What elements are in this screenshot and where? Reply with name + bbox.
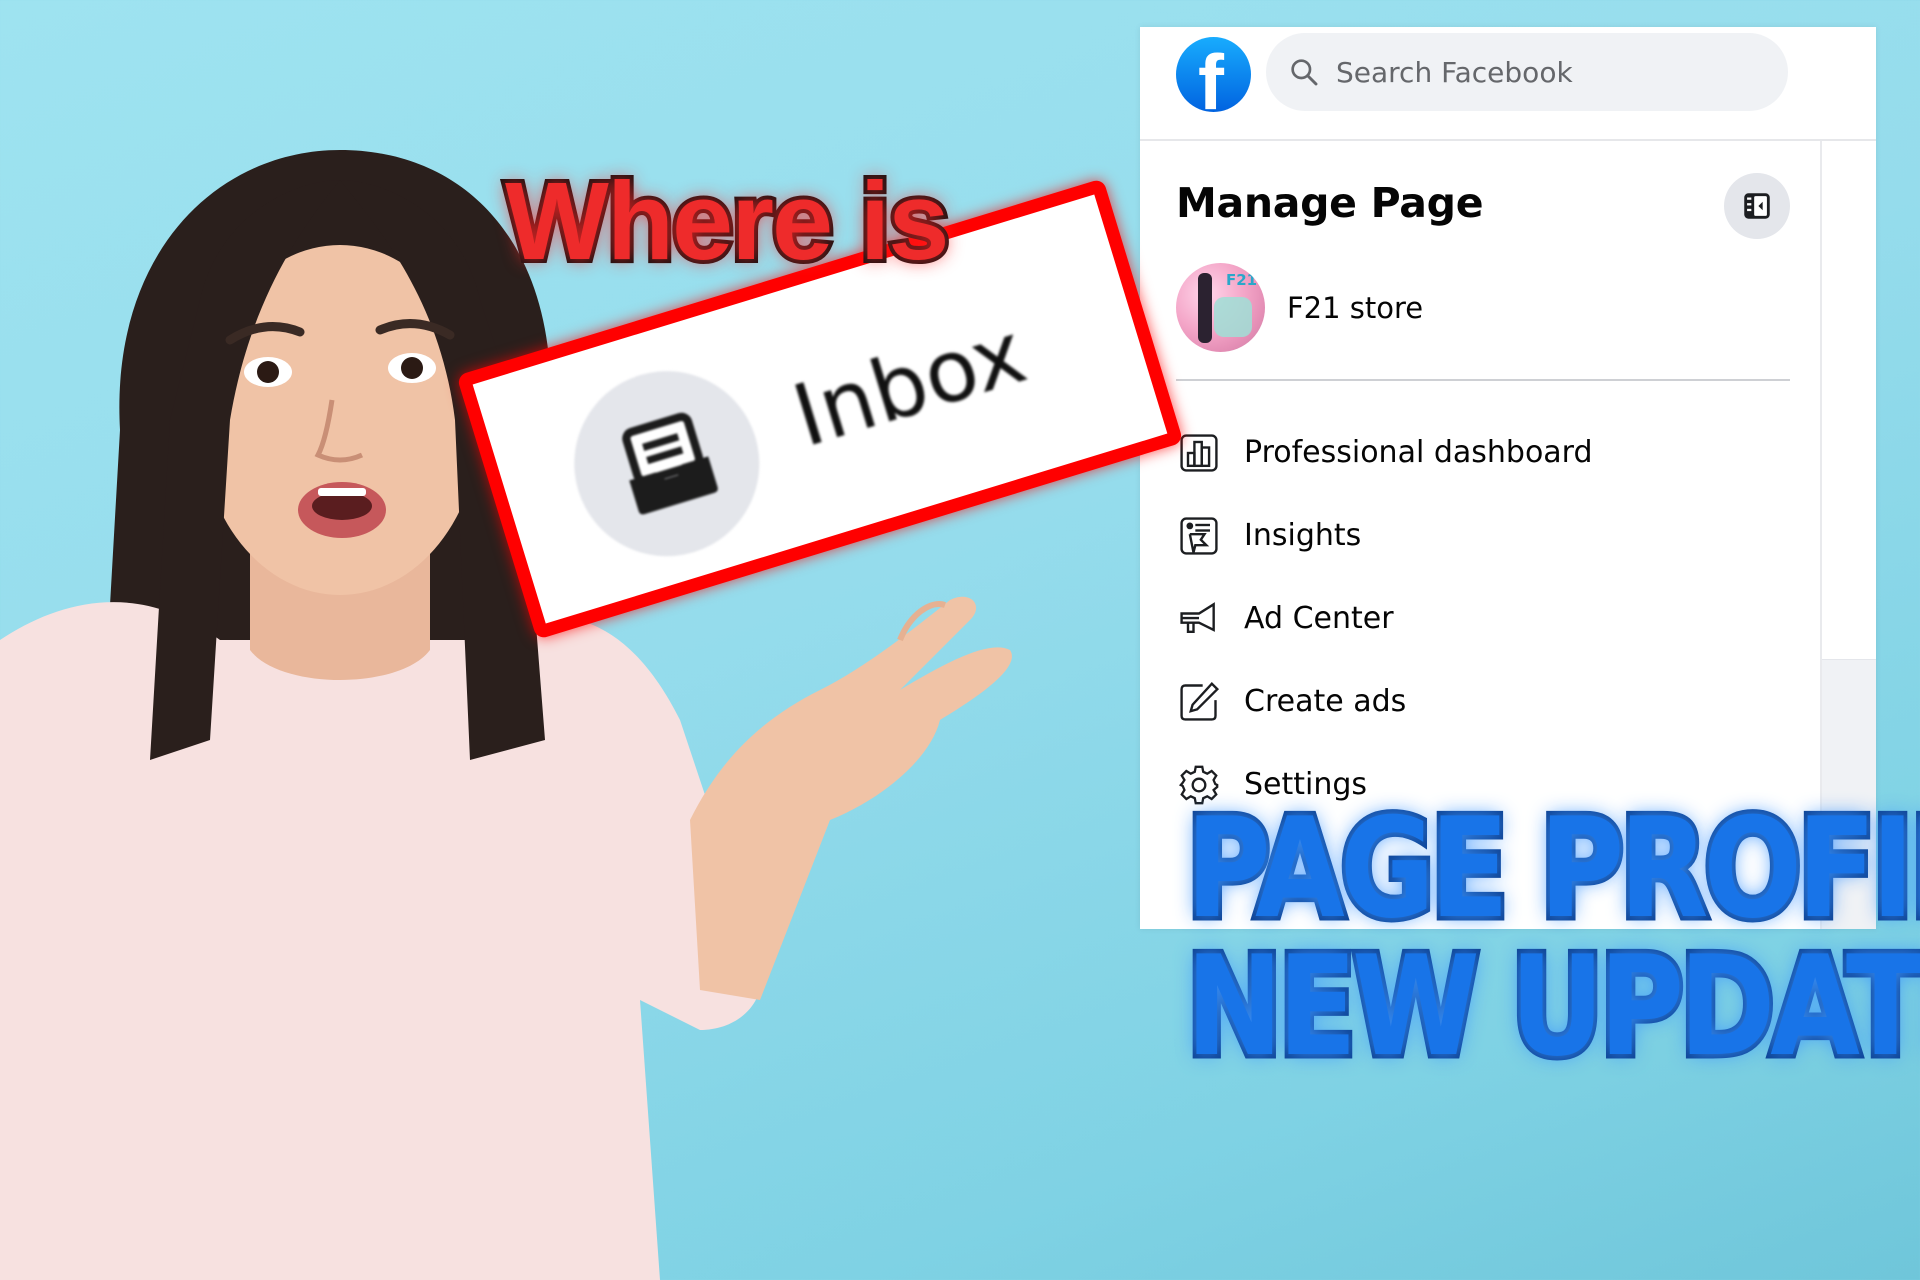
headline-line-2: NEW UPDATE bbox=[1182, 926, 1920, 1087]
menu-label: Ad Center bbox=[1244, 601, 1394, 636]
headline-line-1: PAGE PROFILE bbox=[1182, 788, 1920, 949]
sidebar-title: Manage Page bbox=[1176, 179, 1484, 227]
search-input[interactable]: Search Facebook bbox=[1266, 33, 1788, 111]
inbox-icon bbox=[621, 412, 718, 515]
headline: PAGE PROFILE NEW UPDATE bbox=[1182, 788, 1920, 1087]
collapse-sidebar-button[interactable] bbox=[1724, 173, 1790, 239]
menu-label: Create ads bbox=[1244, 684, 1407, 719]
page-name: F21 store bbox=[1287, 290, 1424, 325]
facebook-logo[interactable]: f bbox=[1176, 37, 1251, 112]
sidebar-item-insights[interactable]: Insights bbox=[1176, 488, 1790, 583]
where-is-heading: Where is bbox=[501, 156, 953, 287]
inbox-label: Inbox bbox=[782, 302, 1037, 467]
collapse-sidebar-icon bbox=[1744, 193, 1770, 219]
sidebar-item-ad-center[interactable]: Ad Center bbox=[1176, 571, 1790, 666]
insights-icon bbox=[1180, 516, 1218, 555]
page-profile-row[interactable]: F21 F21 store bbox=[1176, 263, 1423, 352]
search-placeholder: Search Facebook bbox=[1336, 55, 1573, 89]
menu-label: Insights bbox=[1244, 518, 1362, 553]
divider bbox=[1176, 379, 1790, 381]
edit-icon bbox=[1180, 681, 1220, 721]
search-icon bbox=[1291, 59, 1318, 86]
facebook-logo-letter: f bbox=[1198, 38, 1224, 112]
facebook-header: f Search Facebook bbox=[1140, 27, 1876, 141]
sidebar-menu: Professional dashboard Insights Ad Cente… bbox=[1176, 417, 1790, 832]
bar-chart-icon bbox=[1180, 433, 1218, 472]
inbox-icon-circle bbox=[551, 348, 783, 580]
megaphone-icon bbox=[1180, 601, 1215, 633]
sidebar-item-professional-dashboard[interactable]: Professional dashboard bbox=[1176, 405, 1790, 500]
page-avatar[interactable]: F21 bbox=[1176, 263, 1265, 352]
menu-label: Professional dashboard bbox=[1244, 435, 1593, 470]
sidebar-item-create-ads[interactable]: Create ads bbox=[1176, 654, 1790, 749]
